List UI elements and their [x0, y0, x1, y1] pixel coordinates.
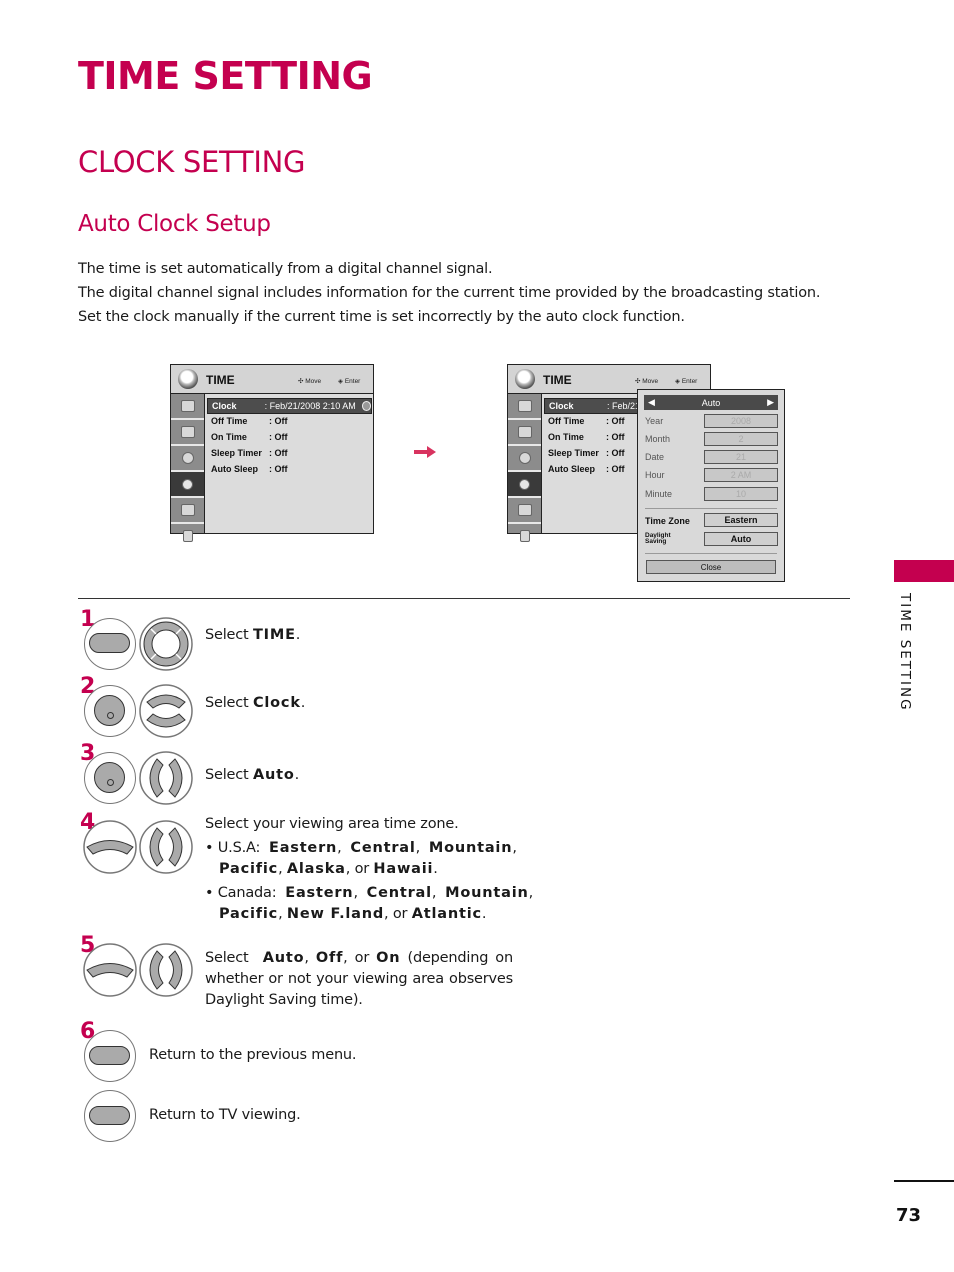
sidebar-screen-icon[interactable]	[171, 420, 204, 446]
month-label: Month	[645, 434, 671, 444]
intro-line: The time is set automatically from a dig…	[78, 261, 493, 277]
page-number-rule	[894, 1180, 954, 1182]
osd-body: Clock: Feb/21/2008 2:10 AM Off Time: Off…	[205, 394, 373, 533]
osd-header: TIME ✣ Move ◈ Enter	[171, 365, 373, 394]
move-hint: ✣ Move	[298, 378, 322, 385]
step-2-text: Select Clock.	[205, 695, 306, 711]
enter-hint: ◈ Enter	[338, 378, 361, 385]
menu-button-icon	[84, 618, 136, 670]
sidebar-option-icon[interactable]	[171, 498, 204, 524]
enter-button-icon	[84, 752, 136, 804]
dpad-icon	[139, 617, 193, 671]
move-icon: ✣	[298, 378, 304, 385]
step-4-canada-cont: Pacific, New F.land, or Atlantic.	[219, 906, 487, 922]
exit-button-icon	[84, 1090, 136, 1142]
right-arrow-icon[interactable]: ▶	[767, 397, 774, 408]
enter-hint: ◈ Enter	[675, 378, 698, 385]
intro-paragraph: The time is set automatically from a dig…	[78, 257, 820, 329]
chapter-tab-label: TIME SETTING	[897, 593, 913, 712]
left-right-button-icon	[139, 820, 193, 874]
move-icon: ✣	[635, 378, 641, 385]
month-field[interactable]: 2	[704, 432, 778, 446]
daylight-saving-label: Daylight Saving	[645, 532, 671, 545]
osd-time-menu: TIME ✣ Move ◈ Enter Clock: Feb/21/2008 2…	[170, 364, 374, 542]
date-label: Date	[645, 452, 665, 462]
sidebar-screen-icon[interactable]	[508, 420, 541, 446]
clock-icon	[515, 369, 535, 389]
page-title: TIME SETTING	[78, 54, 373, 98]
step-4-canada: • Canada: Eastern, Central, Mountain,	[205, 885, 534, 901]
osd-sidebar	[508, 394, 542, 542]
return-button-icon	[84, 1030, 136, 1082]
menu-row-auto-sleep[interactable]: Auto Sleep: Off	[544, 462, 625, 476]
left-right-button-icon	[139, 751, 193, 805]
sidebar-audio-icon[interactable]	[508, 446, 541, 472]
menu-row-off-time[interactable]: Off Time: Off	[544, 414, 625, 428]
left-arrow-icon[interactable]: ◀	[648, 397, 655, 408]
step-4-usa-cont: Pacific, Alaska, or Hawaii.	[219, 861, 438, 877]
close-button[interactable]: Close	[646, 560, 776, 574]
menu-row-off-time[interactable]: Off Time: Off	[207, 414, 288, 428]
time-zone-field[interactable]: Eastern	[704, 513, 778, 527]
step-4-intro: Select your viewing area time zone.	[205, 816, 459, 832]
right-arrow-icon	[414, 446, 436, 458]
left-right-button-icon	[139, 943, 193, 997]
subsection-title: Auto Clock Setup	[78, 211, 271, 237]
menu-row-sleep-timer[interactable]: Sleep Timer: Off	[544, 446, 625, 460]
hour-field[interactable]: 2 AM	[704, 468, 778, 482]
menu-row-auto-sleep[interactable]: Auto Sleep: Off	[207, 462, 288, 476]
step-6-text-exit: Return to TV viewing.	[149, 1107, 301, 1123]
menu-row-sleep-timer[interactable]: Sleep Timer: Off	[207, 446, 288, 460]
daylight-saving-field[interactable]: Auto	[704, 532, 778, 546]
menu-row-on-time[interactable]: On Time: Off	[207, 430, 288, 444]
osd-title: TIME	[206, 373, 235, 387]
minute-label: Minute	[645, 489, 673, 499]
up-down-button-icon	[139, 684, 193, 738]
hour-label: Hour	[645, 470, 665, 480]
mode-selector[interactable]: ◀ Auto ▶	[644, 395, 778, 410]
sidebar-time-icon[interactable]	[171, 472, 204, 498]
osd-sidebar	[171, 394, 205, 542]
enter-icon: ◈	[675, 378, 680, 385]
clock-popup: ◀ Auto ▶ Year 2008 Month 2 Date 21 Hour …	[637, 389, 785, 582]
sidebar-option-icon[interactable]	[508, 498, 541, 524]
minute-field[interactable]: 10	[704, 487, 778, 501]
year-label: Year	[645, 416, 664, 426]
section-divider	[78, 598, 850, 599]
step-4-usa: • U.S.A: Eastern, Central, Mountain,	[205, 840, 517, 856]
sidebar-time-icon[interactable]	[508, 472, 541, 498]
year-field[interactable]: 2008	[704, 414, 778, 428]
enter-icon	[361, 401, 371, 411]
menu-row-on-time[interactable]: On Time: Off	[544, 430, 625, 444]
date-field[interactable]: 21	[704, 450, 778, 464]
time-zone-label: Time Zone	[645, 516, 690, 526]
mode-value: Auto	[701, 397, 721, 408]
section-title: CLOCK SETTING	[78, 145, 306, 179]
clock-icon	[178, 369, 198, 389]
down-button-icon	[83, 820, 137, 874]
menu-row-clock[interactable]: Clock: Feb/21/2008 2:10 AM	[207, 398, 372, 414]
sidebar-lock-icon[interactable]	[508, 524, 541, 548]
intro-line: Set the clock manually if the current ti…	[78, 309, 685, 325]
chapter-tab	[894, 560, 954, 582]
sidebar-lock-icon[interactable]	[171, 524, 204, 548]
step-3-text: Select Auto.	[205, 767, 300, 783]
step-5-text: Select Auto, Off, or On (depending on wh…	[205, 950, 513, 1008]
step-6-text-return: Return to the previous menu.	[149, 1047, 357, 1063]
sidebar-picture-icon[interactable]	[171, 394, 204, 420]
intro-line: The digital channel signal includes info…	[78, 285, 821, 301]
divider	[645, 508, 777, 509]
enter-button-icon	[84, 685, 136, 737]
enter-icon: ◈	[338, 378, 343, 385]
sidebar-picture-icon[interactable]	[508, 394, 541, 420]
down-button-icon	[83, 943, 137, 997]
move-hint: ✣ Move	[635, 378, 659, 385]
sidebar-audio-icon[interactable]	[171, 446, 204, 472]
divider	[645, 553, 777, 554]
page-number: 73	[896, 1205, 922, 1226]
step-1-text: Select TIME.	[205, 627, 301, 643]
osd-title: TIME	[543, 373, 572, 387]
